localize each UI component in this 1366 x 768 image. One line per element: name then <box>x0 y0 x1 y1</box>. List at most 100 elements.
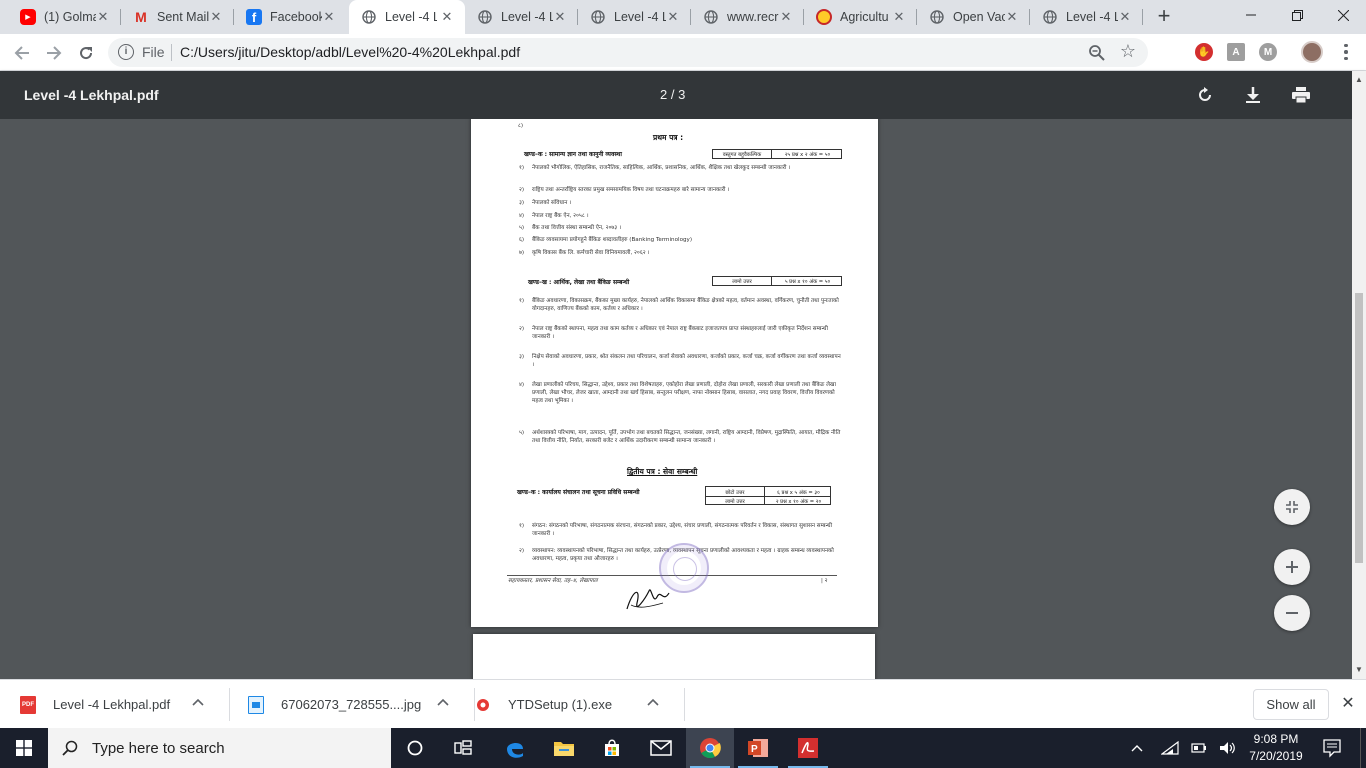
network-tray[interactable] <box>1160 728 1180 768</box>
zoom-in-button[interactable] <box>1274 549 1310 585</box>
task-view-button[interactable] <box>439 728 487 768</box>
tab-close-icon[interactable]: ✕ <box>208 9 224 25</box>
address-bar[interactable]: i File C:/Users/jitu/Desktop/adbl/Level%… <box>108 38 1148 67</box>
tab-close-icon[interactable]: ✕ <box>665 9 681 25</box>
tab-close-icon[interactable]: ✕ <box>552 9 568 25</box>
url-text[interactable]: C:/Users/jitu/Desktop/adbl/Level%20-4%20… <box>180 44 520 60</box>
profile-avatar[interactable] <box>1301 41 1323 63</box>
scroll-up-icon[interactable]: ▲ <box>1355 75 1363 84</box>
tab-close-icon[interactable]: ✕ <box>778 9 794 25</box>
tab[interactable]: Level -4 L ✕ <box>578 0 691 34</box>
battery-tray[interactable] <box>1189 728 1209 768</box>
item-number: २) <box>519 548 525 554</box>
tab[interactable]: www.recr ✕ <box>691 0 804 34</box>
new-tab-button[interactable]: + <box>1152 5 1176 29</box>
tab-close-icon[interactable]: ✕ <box>321 9 337 25</box>
powerpoint-app[interactable]: P <box>734 728 782 768</box>
edge-app[interactable] <box>491 728 539 768</box>
item-number: १) <box>519 523 525 529</box>
paper2-sectionA-title: खण्ड–क : कार्यालय संचालन तथा सूचना प्रवि… <box>517 489 640 496</box>
file-explorer-app[interactable] <box>540 728 588 768</box>
tab-close-icon[interactable]: ✕ <box>1004 9 1020 25</box>
tab[interactable]: Open Vac ✕ <box>917 0 1030 34</box>
tab-close-icon[interactable]: ✕ <box>891 9 907 25</box>
back-button[interactable] <box>8 39 36 67</box>
item-number: २) <box>519 187 525 193</box>
item-number: ५) <box>519 225 525 231</box>
task-view-icon <box>454 740 472 755</box>
system-clock[interactable]: 9:08 PM 7/20/2019 <box>1242 731 1310 765</box>
tab-close-icon[interactable]: ✕ <box>95 9 111 25</box>
volume-tray[interactable] <box>1218 728 1238 768</box>
cortana-button[interactable] <box>391 728 439 768</box>
restore-icon <box>1291 9 1303 21</box>
info-icon[interactable]: i <box>118 44 134 60</box>
bookmark-star-icon[interactable]: ☆ <box>1120 41 1136 62</box>
store-app[interactable] <box>588 728 636 768</box>
fit-page-button[interactable] <box>1274 489 1310 525</box>
mail-app[interactable] <box>637 728 685 768</box>
print-button[interactable] <box>1289 83 1313 107</box>
chevron-up-icon[interactable] <box>437 697 449 709</box>
mail-icon <box>650 740 672 756</box>
download-button[interactable] <box>1241 83 1265 107</box>
sectionB-marks: ५ प्रश्न x १० अंक = ५० <box>784 279 831 285</box>
exe-file-icon <box>475 695 491 714</box>
tab[interactable]: Level -4 L ✕ <box>349 0 465 34</box>
tab[interactable]: Agricultu ✕ <box>804 0 917 34</box>
tab[interactable]: Level -4 L ✕ <box>1030 0 1143 34</box>
taskbar-search-box[interactable]: Type here to search <box>48 728 391 768</box>
download-item[interactable]: 67062073_728555....jpg <box>248 680 475 729</box>
zoom-icon[interactable] <box>1088 44 1106 62</box>
pdf-viewport[interactable]: ८) प्रथम पत्र : खण्ड–क : सामान्य ज्ञान त… <box>0 119 1352 679</box>
tab[interactable]: M Sent Mail ✕ <box>121 0 234 34</box>
adblock-extension-icon[interactable]: ✋ <box>1195 43 1213 61</box>
item-text: नेपाल राष्ट्र बैंकको स्थापना, महत्व तथा … <box>532 326 828 340</box>
rotate-icon <box>1199 87 1211 101</box>
acrobat-app[interactable] <box>784 728 832 768</box>
scrollbar-thumb[interactable] <box>1355 293 1363 563</box>
download-item[interactable]: YTDSetup (1).exe <box>475 680 685 729</box>
close-shelf-icon[interactable]: ✕ <box>1340 696 1356 712</box>
pdf-extension-icon[interactable]: A <box>1227 43 1245 61</box>
minimize-icon <box>1246 14 1256 16</box>
scroll-down-icon[interactable]: ▼ <box>1355 665 1363 674</box>
page-indicator[interactable]: 2 / 3 <box>660 87 685 102</box>
item-number: १) <box>519 165 525 171</box>
start-button[interactable] <box>0 728 48 768</box>
minimize-button[interactable] <box>1228 0 1274 30</box>
show-all-button[interactable]: Show all <box>1253 689 1329 720</box>
tab-close-icon[interactable]: ✕ <box>1117 9 1133 25</box>
tab-close-icon[interactable]: ✕ <box>439 9 455 25</box>
tab[interactable]: ▶ (1) Golma ✕ <box>8 0 121 34</box>
item-number: ३) <box>519 354 525 360</box>
chevron-up-icon[interactable] <box>192 697 204 709</box>
windows-logo-icon <box>16 740 32 756</box>
fit-to-page-icon <box>1286 501 1298 513</box>
rotate-button[interactable] <box>1193 83 1217 107</box>
powerpoint-icon: P <box>748 739 768 757</box>
m-extension-icon[interactable]: M <box>1259 43 1277 61</box>
tab[interactable]: Level -4 L ✕ <box>465 0 578 34</box>
close-window-button[interactable] <box>1320 0 1366 30</box>
maximize-button[interactable] <box>1274 0 1320 30</box>
pdf-page-next <box>473 634 875 679</box>
print-icon <box>1292 87 1310 103</box>
show-hidden-icons[interactable] <box>1128 728 1146 768</box>
show-desktop[interactable] <box>1360 728 1361 768</box>
close-icon <box>1337 9 1349 21</box>
action-center-button[interactable] <box>1322 738 1342 758</box>
zoom-out-button[interactable] <box>1274 595 1310 631</box>
edge-icon <box>507 742 523 758</box>
chrome-app[interactable] <box>686 728 734 768</box>
item-number: २) <box>519 326 525 332</box>
tab[interactable]: f Facebook ✕ <box>234 0 347 34</box>
chrome-icon <box>700 738 721 759</box>
reload-button[interactable] <box>72 39 100 67</box>
vertical-scrollbar[interactable]: ▲ ▼ <box>1352 71 1366 679</box>
chrome-menu-icon[interactable] <box>1338 42 1354 62</box>
download-item[interactable]: PDF Level -4 Lekhpal.pdf <box>20 680 230 729</box>
chevron-up-icon[interactable] <box>647 697 659 709</box>
page-mark: ८) <box>518 123 524 129</box>
forward-button[interactable] <box>40 39 68 67</box>
